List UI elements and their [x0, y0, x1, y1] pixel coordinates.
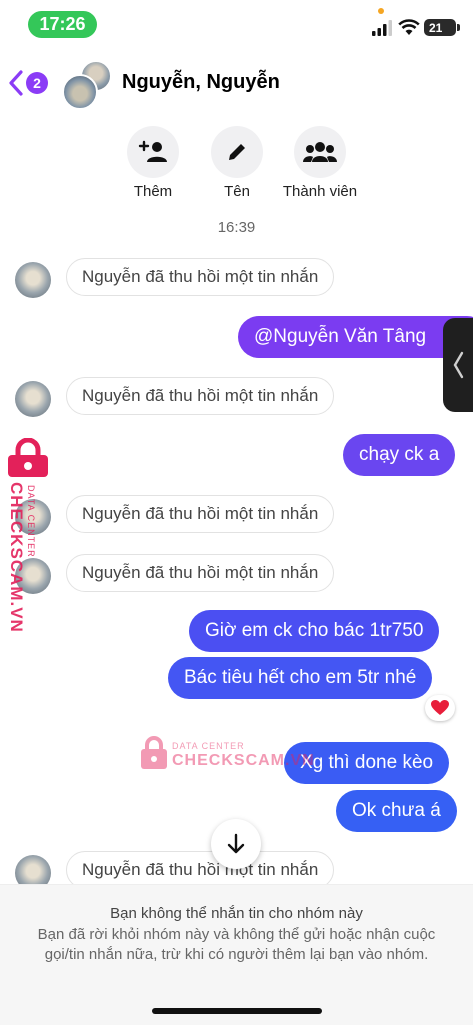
arrow-down-icon: [227, 833, 245, 854]
outgoing-message[interactable]: Bác tiêu hết cho em 5tr nhé: [168, 657, 433, 699]
unsent-message-notice: Nguyễn đã thu hồi một tin nhắn: [66, 258, 335, 296]
add-person-icon: [138, 140, 167, 162]
watermark-horizontal: DATA CENTER CHECKSCAM.VN: [140, 735, 314, 775]
cannot-message-notice: Bạn không thể nhắn tin cho nhóm này Bạn …: [0, 884, 473, 1025]
chevron-left-icon: [9, 70, 23, 96]
sender-avatar[interactable]: [15, 262, 51, 298]
watermark-label-vertical: DATA CENTER: [26, 485, 36, 558]
chevron-left-icon: [453, 351, 464, 379]
outgoing-message[interactable]: Ok chưa á: [336, 790, 457, 832]
add-member-label: Thêm: [133, 183, 173, 200]
member-avatar: [62, 74, 98, 110]
outgoing-message[interactable]: chạy ck a: [343, 434, 456, 476]
unsent-message-notice: Nguyễn đã thu hồi một tin nhắn: [66, 377, 335, 415]
heart-icon: [431, 700, 449, 715]
members-button[interactable]: Thành viên: [260, 126, 380, 200]
status-time: 17:26: [28, 11, 97, 38]
notice-title: Bạn không thể nhắn tin cho nhóm này: [110, 905, 363, 922]
wifi-icon: [398, 19, 420, 35]
heart-reaction[interactable]: [425, 695, 455, 721]
unread-count-badge: 2: [26, 72, 48, 94]
sender-avatar[interactable]: [15, 381, 51, 417]
side-panel-handle[interactable]: [443, 318, 473, 412]
watermark-brand-vertical: CHECKSCAM.VN: [7, 482, 26, 633]
group-icon: [303, 142, 337, 162]
members-label: Thành viên: [282, 183, 358, 200]
privacy-indicator-dot: [378, 8, 384, 14]
outgoing-message[interactable]: @Nguyễn Văn Tâng: [238, 316, 473, 358]
back-button[interactable]: 2: [8, 66, 54, 100]
notice-body: Bạn đã rời khỏi nhóm này và không thể gử…: [37, 926, 436, 963]
home-indicator[interactable]: [152, 1008, 322, 1014]
watermark-label: DATA CENTER: [172, 741, 245, 751]
pencil-icon: [229, 144, 245, 160]
cellular-signal-icon: [372, 20, 392, 36]
message-timestamp: 16:39: [217, 219, 256, 236]
outgoing-message[interactable]: Giờ em ck cho bác 1tr750: [189, 610, 440, 652]
watermark-lock-icon: [141, 736, 167, 769]
unsent-message-notice: Nguyễn đã thu hồi một tin nhắn: [66, 554, 335, 592]
unsent-message-notice: Nguyễn đã thu hồi một tin nhắn: [66, 495, 335, 533]
rename-label: Tên: [224, 183, 250, 200]
watermark-brand: CHECKSCAM.VN: [172, 752, 315, 769]
group-avatar[interactable]: [62, 60, 112, 110]
chat-title[interactable]: Nguyễn, Nguyễn: [122, 71, 280, 94]
scroll-to-bottom-button[interactable]: [211, 819, 261, 869]
watermark-lock-icon: [5, 437, 51, 483]
battery-indicator: 21: [424, 19, 460, 36]
